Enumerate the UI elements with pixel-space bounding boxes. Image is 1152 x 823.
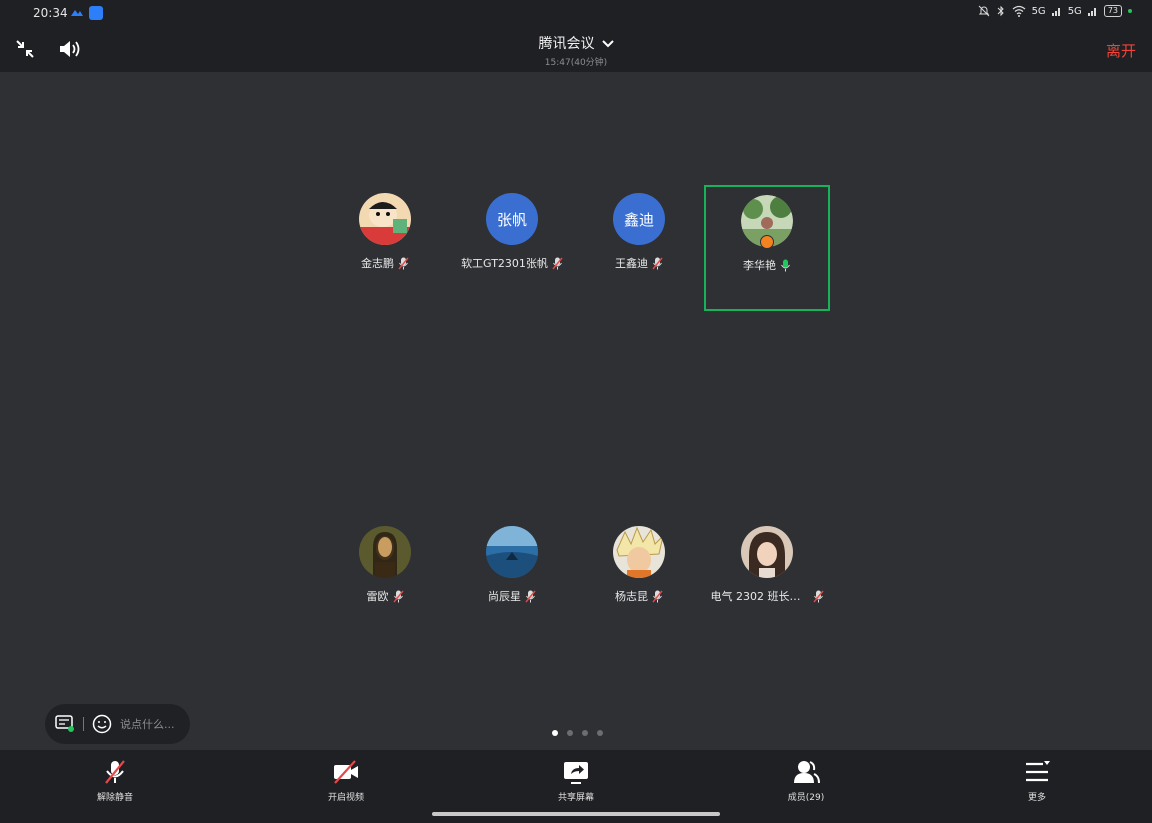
- signal-1-label: 5G: [1031, 5, 1046, 17]
- bluetooth-icon: [997, 5, 1004, 17]
- avatar-image: [613, 526, 665, 578]
- avatar-image: [741, 526, 793, 578]
- mic-muted-icon: [392, 590, 404, 602]
- avatar: 鑫迪: [613, 193, 665, 245]
- avatar: 张帆: [486, 193, 538, 245]
- participant-tile[interactable]: 金志鹏: [322, 185, 448, 311]
- members-icon: [794, 761, 820, 784]
- start-video-button[interactable]: 开启视频: [296, 758, 396, 803]
- cloud-app-icon: [71, 10, 83, 16]
- page-indicator: [552, 730, 603, 736]
- share-screen-label: 共享屏幕: [557, 793, 594, 803]
- mic-muted-icon: [552, 257, 563, 269]
- participant-name: 金志鹏: [361, 257, 394, 270]
- home-indicator[interactable]: [432, 812, 720, 816]
- mic-muted-icon: [652, 590, 663, 602]
- more-menu-icon: [1026, 761, 1050, 782]
- chat-input-placeholder[interactable]: 说点什么...: [120, 716, 175, 732]
- participant-name: 软工GT2301张帆: [461, 257, 548, 270]
- participant-tile[interactable]: 鑫迪 王鑫迪: [576, 185, 702, 311]
- participant-name-row: 尚辰星: [488, 588, 536, 604]
- participant-name-row: 雷欧: [367, 588, 404, 604]
- avatar: [486, 526, 538, 578]
- host-badge-icon: [760, 235, 774, 249]
- participant-grid: 金志鹏 张帆 软工GT2301张帆 鑫迪 王鑫迪 李华艳 雷欧 尚辰星 杨志昆 …: [0, 72, 1152, 750]
- avatar-initials: 张帆: [496, 210, 527, 229]
- participant-tile[interactable]: 杨志昆: [576, 518, 702, 644]
- mic-muted-icon: [525, 590, 536, 602]
- page-dot[interactable]: [567, 730, 573, 736]
- chat-list-icon[interactable]: [55, 715, 75, 733]
- mic-muted-icon: [652, 257, 663, 269]
- participant-tile[interactable]: 尚辰星: [449, 518, 575, 644]
- avatar-image: [359, 526, 411, 578]
- divider: [83, 717, 84, 731]
- bell-off-icon: [978, 5, 989, 17]
- share-screen-icon: [564, 762, 588, 784]
- battery-indicator: 73: [1103, 5, 1122, 17]
- avatar: [741, 195, 793, 249]
- meeting-title-area[interactable]: 腾讯会议 15:47(40分钟): [0, 33, 1152, 68]
- participant-name: 尚辰星: [488, 590, 521, 603]
- unmute-button[interactable]: 解除静音: [65, 758, 165, 803]
- emoji-icon[interactable]: [92, 714, 112, 734]
- status-time: 20:34: [33, 6, 68, 20]
- page-dot-active[interactable]: [552, 730, 558, 736]
- mic-off-icon: [105, 760, 125, 784]
- participant-name-row: 王鑫迪: [615, 255, 663, 271]
- participant-name: 王鑫迪: [615, 257, 648, 270]
- avatar: [359, 193, 411, 245]
- participant-name: 雷欧: [366, 590, 389, 603]
- avatar: [741, 526, 793, 578]
- more-label: 更多: [1027, 793, 1046, 803]
- participant-tile[interactable]: 雷欧: [322, 518, 448, 644]
- wifi-icon: [1012, 5, 1025, 17]
- video-off-icon: [334, 760, 358, 784]
- chat-app-icon: [89, 6, 103, 20]
- avatar-image: [486, 526, 538, 578]
- avatar-initials: 鑫迪: [623, 210, 654, 229]
- participant-name: 李华艳: [743, 259, 776, 272]
- participant-name: 电气 2302 班长…: [710, 590, 801, 603]
- meeting-title[interactable]: 腾讯会议: [538, 36, 594, 52]
- mic-muted-icon: [398, 257, 409, 269]
- unmute-label: 解除静音: [96, 793, 133, 803]
- page-dot[interactable]: [597, 730, 603, 736]
- signal-2-label: 5G: [1067, 5, 1082, 17]
- participant-tile-speaking[interactable]: 李华艳: [704, 185, 830, 311]
- chevron-down-icon[interactable]: [601, 39, 614, 49]
- signal-bars-icon: [1087, 8, 1096, 16]
- meeting-header: 腾讯会议 15:47(40分钟) 离开: [0, 28, 1152, 72]
- privacy-dot: [1128, 9, 1132, 13]
- share-screen-button[interactable]: 共享屏幕: [526, 758, 626, 803]
- meeting-duration: 15:47(40分钟): [544, 58, 608, 68]
- participant-name: 杨志昆: [615, 590, 648, 603]
- status-bar: 20:34 5G 5G 73: [0, 0, 1152, 28]
- participant-tile[interactable]: 张帆 软工GT2301张帆: [449, 185, 575, 311]
- participant-name-row: 杨志昆: [615, 588, 663, 604]
- participant-name-row: 电气 2302 班长…: [711, 588, 824, 604]
- chat-input-pill[interactable]: 说点什么...: [45, 704, 190, 744]
- members-button[interactable]: 成员(29): [756, 758, 856, 803]
- page-dot[interactable]: [582, 730, 588, 736]
- avatar: [613, 526, 665, 578]
- avatar-image: [359, 193, 411, 245]
- leave-button[interactable]: 离开: [1106, 40, 1136, 61]
- participant-tile[interactable]: 电气 2302 班长…: [704, 518, 830, 644]
- more-button[interactable]: 更多: [987, 758, 1087, 803]
- participant-name-row: 金志鹏: [361, 255, 409, 271]
- participant-name-row: 软工GT2301张帆: [461, 255, 563, 271]
- start-video-label: 开启视频: [327, 793, 364, 803]
- signal-bars-icon: [1051, 8, 1060, 16]
- mic-muted-icon: [812, 590, 824, 602]
- mic-active-icon: [781, 259, 790, 271]
- status-icons: 5G 5G 73: [978, 5, 1132, 17]
- participant-name-row: 李华艳: [743, 257, 791, 273]
- avatar: [359, 526, 411, 578]
- members-label: 成员(29): [787, 793, 825, 803]
